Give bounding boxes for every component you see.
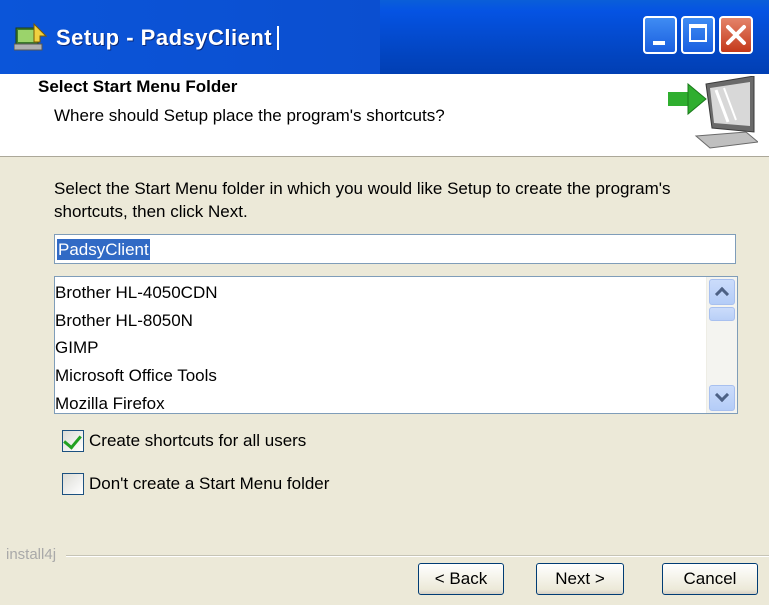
all-users-checkbox[interactable] xyxy=(62,430,84,452)
no-folder-checkbox[interactable] xyxy=(62,473,84,495)
start-menu-folder-input[interactable]: PadsyClient xyxy=(54,234,736,264)
cancel-button[interactable]: Cancel xyxy=(662,563,758,595)
page-subtitle: Where should Setup place the program's s… xyxy=(54,106,445,125)
minimize-button[interactable] xyxy=(643,16,677,54)
scroll-down-button[interactable] xyxy=(709,385,735,411)
computer-setup-icon xyxy=(668,76,758,149)
close-icon xyxy=(726,25,746,45)
checkmark-icon xyxy=(63,430,82,450)
chevron-down-icon xyxy=(714,387,730,403)
scroll-up-button[interactable] xyxy=(709,279,735,305)
footer-divider xyxy=(66,555,769,557)
title-caret xyxy=(277,26,279,50)
list-item[interactable]: Mozilla Firefox xyxy=(55,390,165,413)
close-button[interactable] xyxy=(719,16,753,54)
list-item[interactable]: Brother HL-4050CDN xyxy=(55,279,218,307)
maximize-button[interactable] xyxy=(681,16,715,54)
no-folder-label[interactable]: Don't create a Start Menu folder xyxy=(89,474,329,494)
start-menu-folder-list[interactable]: Brother HL-4050CDN Brother HL-8050N GIMP… xyxy=(54,276,738,414)
list-item[interactable]: Microsoft Office Tools xyxy=(55,362,217,390)
chevron-up-icon xyxy=(714,286,730,302)
back-button[interactable]: < Back xyxy=(418,563,504,595)
scroll-thumb[interactable] xyxy=(709,307,735,321)
page-title: Select Start Menu Folder xyxy=(38,77,238,96)
setup-app-icon xyxy=(14,22,48,51)
next-button[interactable]: Next > xyxy=(536,563,624,595)
folder-instructions: Select the Start Menu folder in which yo… xyxy=(54,179,671,221)
list-scrollbar[interactable] xyxy=(706,277,737,413)
list-item[interactable]: GIMP xyxy=(55,334,98,362)
list-item[interactable]: Brother HL-8050N xyxy=(55,307,193,335)
folder-input-selected-text: PadsyClient xyxy=(57,239,150,260)
vendor-label: install4j xyxy=(6,546,57,563)
all-users-label[interactable]: Create shortcuts for all users xyxy=(89,431,306,451)
window-title: Setup - PadsyClient xyxy=(56,25,273,50)
title-bar[interactable]: Setup - PadsyClient xyxy=(0,0,769,74)
